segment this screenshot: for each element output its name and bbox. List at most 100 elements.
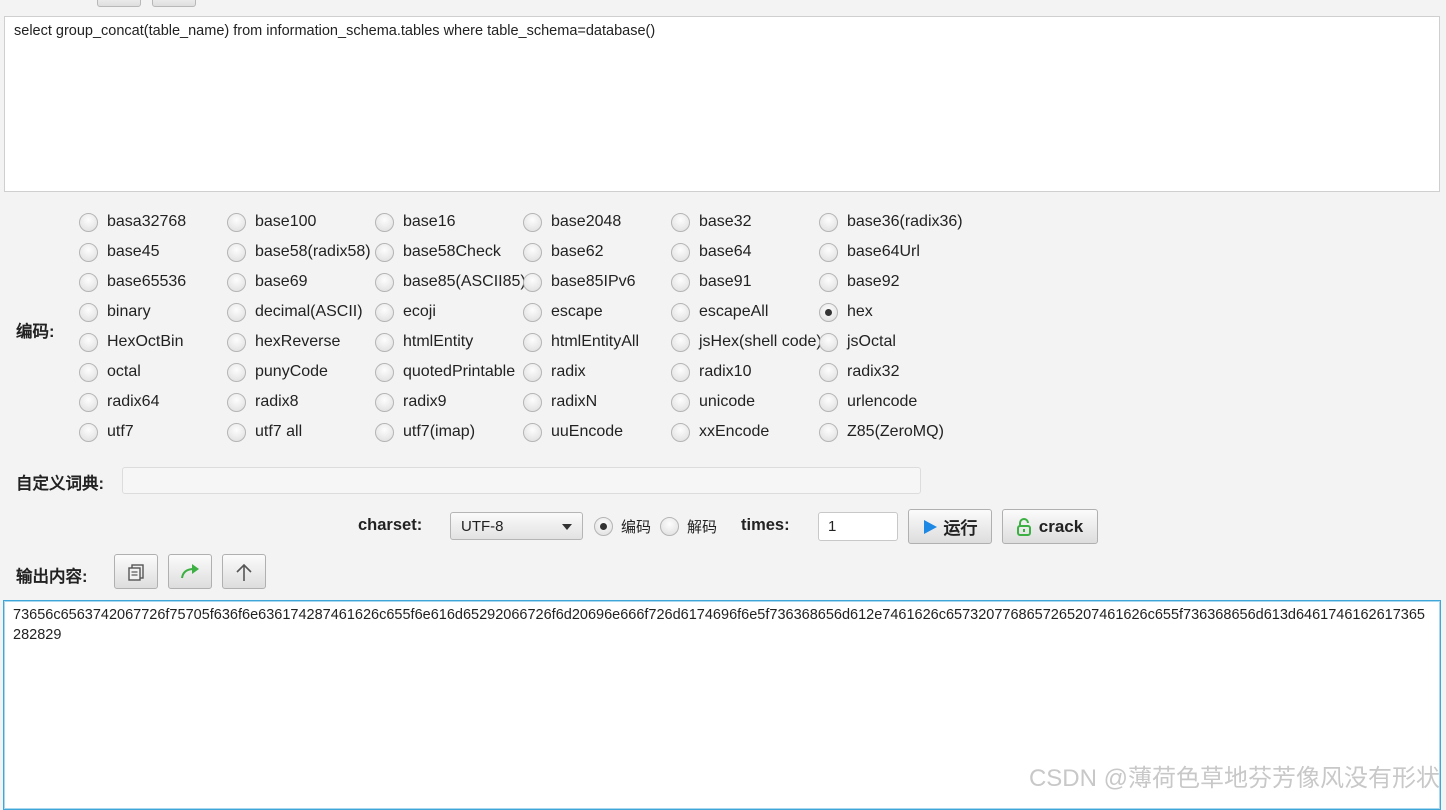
radio-unchecked-icon <box>227 272 246 292</box>
encoding-option-34[interactable]: radix10 <box>671 361 751 383</box>
encoding-option-7[interactable]: base58(radix58) <box>227 241 371 263</box>
input-textarea[interactable]: select group_concat(table_name) from inf… <box>4 16 1440 192</box>
encoding-option-22[interactable]: escapeAll <box>671 301 768 323</box>
radio-unchecked-icon <box>523 242 542 262</box>
encoding-option-23[interactable]: hex <box>819 301 873 323</box>
encoding-option-label: basa32768 <box>107 213 187 230</box>
charset-select[interactable]: UTF-8 <box>450 512 583 540</box>
encoding-label: 编码: <box>16 323 55 341</box>
encoding-option-label: radixN <box>551 393 598 410</box>
up-button[interactable] <box>222 554 266 589</box>
radio-unchecked-icon <box>819 332 838 352</box>
radio-unchecked-icon <box>671 242 690 262</box>
encoding-option-36[interactable]: radix64 <box>79 391 159 413</box>
encoding-option-46[interactable]: xxEncode <box>671 421 769 443</box>
encoding-option-14[interactable]: base85(ASCII85) <box>375 271 526 293</box>
unlock-icon <box>1016 517 1031 536</box>
encoding-option-3[interactable]: base2048 <box>523 211 621 233</box>
run-button[interactable]: 运行 <box>908 509 992 544</box>
radio-unchecked-icon <box>375 212 394 232</box>
encoding-option-40[interactable]: unicode <box>671 391 755 413</box>
toolbar-button-2[interactable] <box>152 0 196 7</box>
encoding-option-31[interactable]: punyCode <box>227 361 328 383</box>
encoding-option-2[interactable]: base16 <box>375 211 456 233</box>
encoding-option-label: base65536 <box>107 273 187 290</box>
radio-unchecked-icon <box>819 422 838 442</box>
radio-unchecked-icon <box>660 516 679 536</box>
encoding-option-28[interactable]: jsHex(shell code) <box>671 331 822 353</box>
forward-button[interactable] <box>168 554 212 589</box>
encoding-option-42[interactable]: utf7 <box>79 421 134 443</box>
encoding-option-8[interactable]: base58Check <box>375 241 501 263</box>
encoding-option-label: base58Check <box>403 243 501 260</box>
encoding-option-44[interactable]: utf7(imap) <box>375 421 475 443</box>
run-button-label: 运行 <box>943 519 978 538</box>
radio-unchecked-icon <box>671 392 690 412</box>
encoding-option-15[interactable]: base85IPv6 <box>523 271 636 293</box>
radio-unchecked-icon <box>79 212 98 232</box>
encoding-option-17[interactable]: base92 <box>819 271 900 293</box>
radio-unchecked-icon <box>375 362 394 382</box>
mode-encode-radio[interactable]: 编码 <box>594 515 651 537</box>
radio-unchecked-icon <box>375 392 394 412</box>
radio-unchecked-icon <box>671 212 690 232</box>
radio-unchecked-icon <box>79 242 98 262</box>
encoding-option-label: punyCode <box>255 363 328 380</box>
encoding-option-41[interactable]: urlencode <box>819 391 917 413</box>
encoding-option-18[interactable]: binary <box>79 301 151 323</box>
encoding-option-6[interactable]: base45 <box>79 241 160 263</box>
encoding-option-0[interactable]: basa32768 <box>79 211 186 233</box>
encoding-option-label: uuEncode <box>551 423 624 440</box>
encoding-option-13[interactable]: base69 <box>227 271 308 293</box>
encoding-option-12[interactable]: base65536 <box>79 271 186 293</box>
mode-decode-radio[interactable]: 解码 <box>660 515 717 537</box>
encoding-option-33[interactable]: radix <box>523 361 586 383</box>
encoding-option-label: radix32 <box>847 363 900 380</box>
encoding-option-9[interactable]: base62 <box>523 241 604 263</box>
encoding-option-43[interactable]: utf7 all <box>227 421 302 443</box>
copy-button[interactable] <box>114 554 158 589</box>
encoding-option-label: Z85(ZeroMQ) <box>847 423 944 440</box>
encoding-option-45[interactable]: uuEncode <box>523 421 623 443</box>
encoding-option-10[interactable]: base64 <box>671 241 752 263</box>
encoding-option-29[interactable]: jsOctal <box>819 331 896 353</box>
encoding-option-32[interactable]: quotedPrintable <box>375 361 515 383</box>
output-label: 输出内容: <box>16 568 88 586</box>
encoding-option-11[interactable]: base64Url <box>819 241 920 263</box>
encoding-option-16[interactable]: base91 <box>671 271 752 293</box>
encoding-option-label: base62 <box>551 243 604 260</box>
encoding-option-label: htmlEntity <box>403 333 474 350</box>
encoding-option-37[interactable]: radix8 <box>227 391 299 413</box>
toolbar-button-1[interactable] <box>97 0 141 7</box>
radio-unchecked-icon <box>671 302 690 322</box>
encoding-option-label: ecoji <box>403 303 436 320</box>
encoding-option-30[interactable]: octal <box>79 361 141 383</box>
encoding-option-label: base45 <box>107 243 160 260</box>
encoding-option-5[interactable]: base36(radix36) <box>819 211 963 233</box>
radio-unchecked-icon <box>523 332 542 352</box>
encoding-option-27[interactable]: htmlEntityAll <box>523 331 639 353</box>
encoding-option-21[interactable]: escape <box>523 301 603 323</box>
encoding-option-35[interactable]: radix32 <box>819 361 899 383</box>
radio-unchecked-icon <box>375 272 394 292</box>
radio-checked-icon <box>594 516 613 536</box>
radio-unchecked-icon <box>375 332 394 352</box>
encoding-option-20[interactable]: ecoji <box>375 301 436 323</box>
encoding-option-38[interactable]: radix9 <box>375 391 447 413</box>
copy-icon <box>128 563 144 581</box>
encoding-option-47[interactable]: Z85(ZeroMQ) <box>819 421 944 443</box>
times-input[interactable]: 1 <box>818 512 898 541</box>
radio-unchecked-icon <box>671 362 690 382</box>
crack-button[interactable]: crack <box>1002 509 1098 544</box>
encoding-option-4[interactable]: base32 <box>671 211 752 233</box>
encoding-option-1[interactable]: base100 <box>227 211 316 233</box>
encoding-option-label: urlencode <box>847 393 918 410</box>
encoding-option-26[interactable]: htmlEntity <box>375 331 473 353</box>
custom-dict-input[interactable] <box>122 467 921 494</box>
encoding-option-25[interactable]: hexReverse <box>227 331 340 353</box>
encoding-option-label: decimal(ASCII) <box>255 303 363 320</box>
encoding-option-24[interactable]: HexOctBin <box>79 331 183 353</box>
encoding-option-39[interactable]: radixN <box>523 391 597 413</box>
radio-unchecked-icon <box>523 212 542 232</box>
encoding-option-19[interactable]: decimal(ASCII) <box>227 301 363 323</box>
